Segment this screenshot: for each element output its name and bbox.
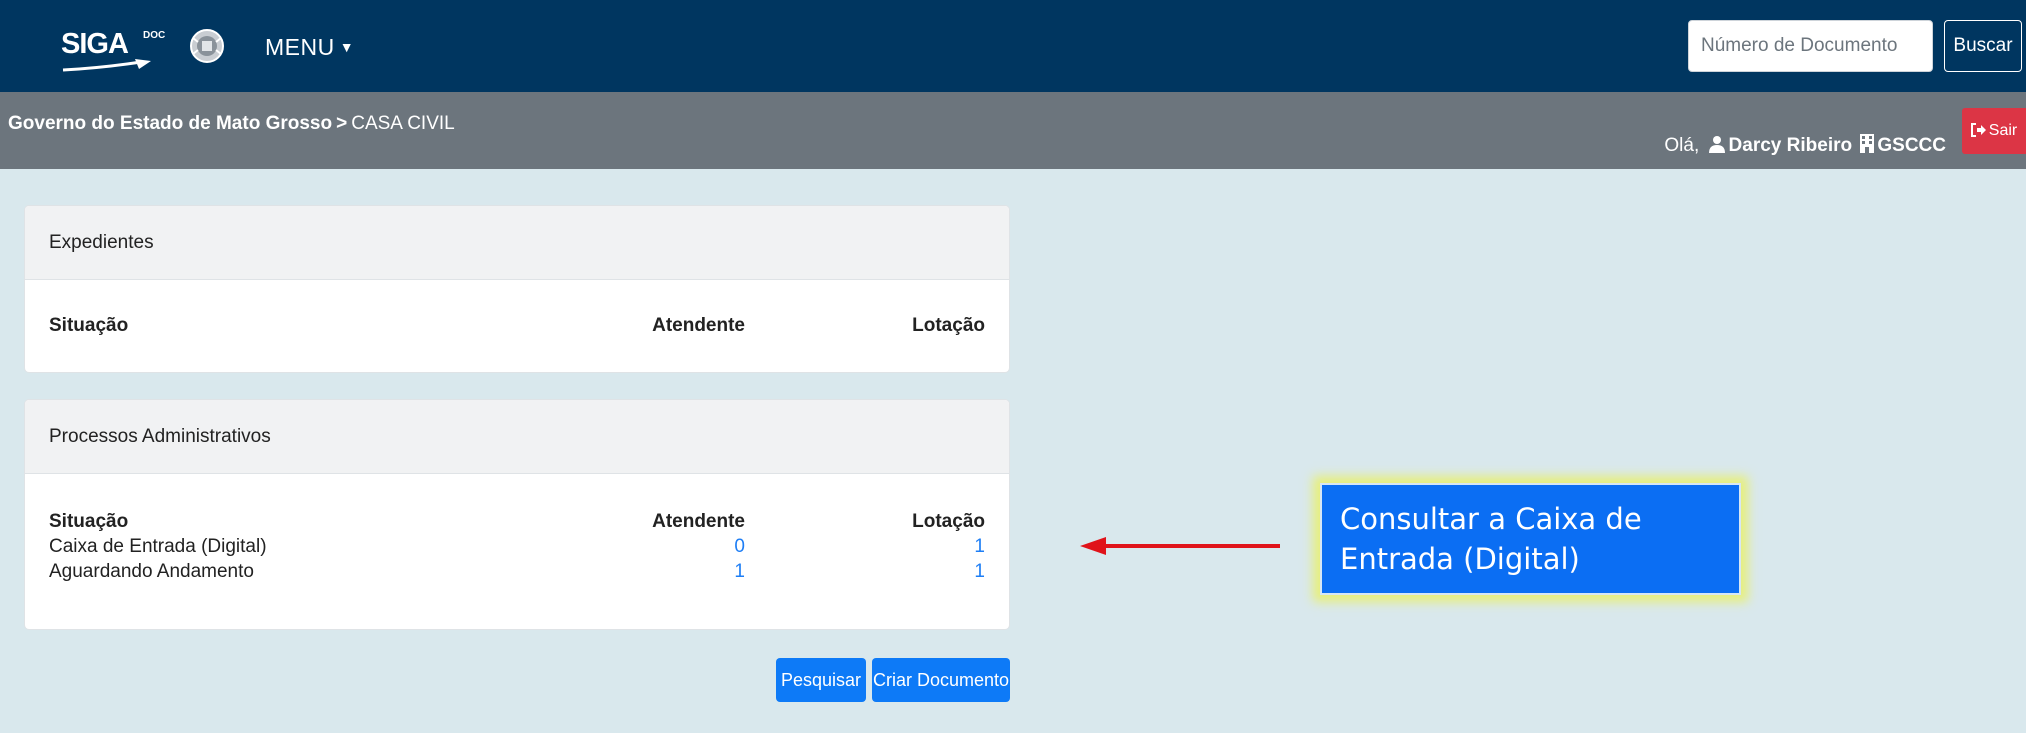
lotacao-count-link[interactable]: 1 [974, 561, 985, 582]
annotation-callout: Consultar a Caixa de Entrada (Digital) [1320, 483, 1741, 595]
situacao-cell: Aguardando Andamento [49, 561, 254, 582]
logout-button[interactable]: Sair [1962, 108, 2026, 154]
table-header-row: Situação Atendente Lotação [49, 315, 985, 339]
breadcrumb-org[interactable]: Governo do Estado de Mato Grosso [8, 113, 332, 134]
logo-swoosh-icon [62, 59, 151, 72]
table-row: Caixa de Entrada (Digital) 0 1 [49, 536, 985, 560]
greeting-text: Olá, [1664, 135, 1700, 156]
document-number-search-input[interactable] [1688, 20, 1933, 72]
create-document-button[interactable]: Criar Documento [872, 658, 1010, 702]
logo-superscript: DOC [143, 30, 166, 41]
menu-label: MENU [265, 34, 335, 60]
user-name[interactable]: Darcy Ribeiro [1729, 135, 1853, 156]
column-header-lotacao: Lotação [912, 511, 985, 532]
expedientes-panel: Expedientes Situação Atendente Lotação [24, 205, 1010, 373]
logout-label: Sair [1988, 122, 2018, 139]
user-lotacao[interactable]: GSCCC [1877, 135, 1946, 156]
menu-dropdown[interactable]: MENU ▼ [265, 34, 354, 61]
column-header-atendente: Atendente [652, 511, 745, 532]
siga-logo[interactable]: SIGA DOC [61, 22, 165, 72]
sign-out-icon [1970, 123, 1986, 137]
situacao-cell: Caixa de Entrada (Digital) [49, 536, 267, 557]
state-seal-icon [190, 29, 224, 63]
column-header-situacao: Situação [49, 511, 129, 532]
atendente-count-link[interactable]: 0 [734, 536, 745, 557]
user-icon [1708, 136, 1725, 153]
top-navbar: SIGA DOC MENU▼ Buscar [0, 0, 2026, 92]
building-icon [1860, 134, 1875, 153]
breadcrumb-separator: > [336, 113, 348, 134]
column-header-atendente: Atendente [652, 315, 745, 336]
annotation-arrow [1080, 537, 1280, 555]
column-header-situacao: Situação [49, 315, 129, 336]
panel-title: Processos Administrativos [25, 400, 1009, 474]
lotacao-count-link[interactable]: 1 [974, 536, 985, 557]
panel-title: Expedientes [25, 206, 1009, 280]
user-info: Olá, Darcy Ribeiro GSCCC [1664, 134, 1946, 157]
logo-text: SIGA [61, 28, 129, 60]
table-header-row: Situação Atendente Lotação [49, 511, 985, 535]
table-row: Aguardando Andamento 1 1 [49, 561, 985, 585]
breadcrumb-bar: Governo do Estado de Mato Grosso > CASA CI… [0, 92, 2026, 169]
breadcrumb-unit[interactable]: CASA CIVIL [351, 113, 455, 134]
breadcrumb: Governo do Estado de Mato Grosso > CASA CI… [8, 113, 455, 135]
search-button[interactable]: Buscar [1944, 20, 2022, 72]
processos-administrativos-panel: Processos Administrativos Situação Atend… [24, 399, 1010, 630]
caret-down-icon: ▼ [339, 39, 355, 55]
atendente-count-link[interactable]: 1 [734, 561, 745, 582]
column-header-lotacao: Lotação [912, 315, 985, 336]
search-documents-button[interactable]: Pesquisar [776, 658, 866, 702]
